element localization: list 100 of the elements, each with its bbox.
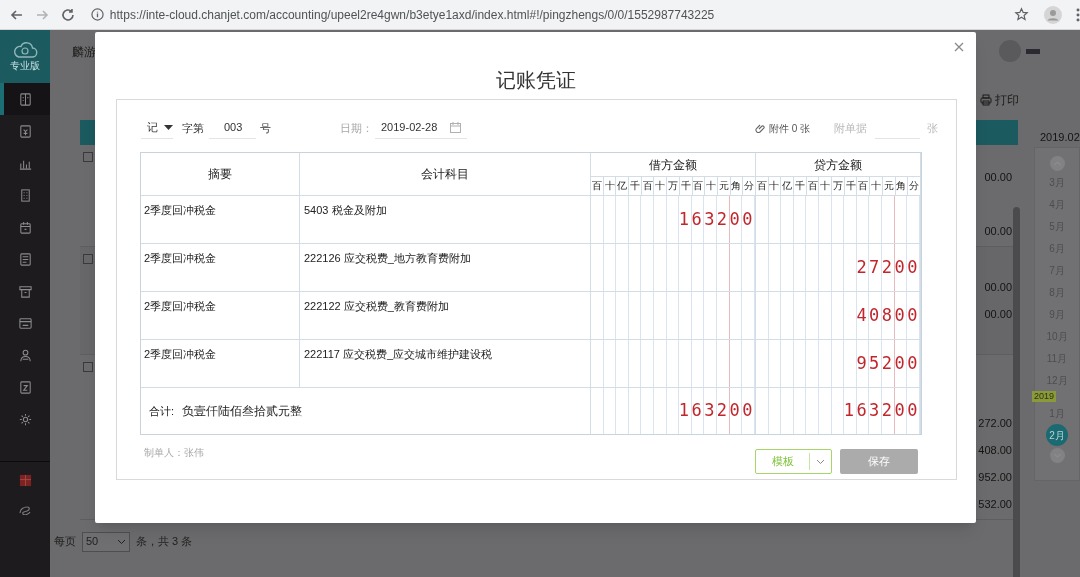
star-icon[interactable] — [1014, 7, 1030, 22]
nav-icon — [17, 283, 33, 299]
unit-header: 角 — [730, 177, 744, 196]
nav-icon — [17, 251, 33, 267]
unit-header: 十 — [705, 177, 718, 196]
cloud-icon — [12, 41, 38, 59]
gift-icon[interactable] — [18, 473, 32, 487]
unit-header: 分 — [908, 177, 921, 196]
info-icon[interactable] — [90, 8, 104, 21]
caret-icon — [164, 125, 173, 130]
amount: 163200 — [678, 209, 755, 229]
unit-header: 十 — [603, 177, 617, 196]
unit-header: 万 — [667, 177, 680, 196]
unit-header: 百 — [692, 177, 706, 196]
print-button[interactable]: 打印 — [980, 91, 1019, 109]
template-button[interactable]: 模板 — [755, 449, 832, 474]
company-name: 麟游 — [72, 44, 96, 61]
docs-unit: 张 — [927, 120, 938, 136]
unit-header: 百 — [755, 177, 769, 196]
docs-label: 附单据 — [834, 120, 867, 136]
month-item[interactable]: 2月 — [1046, 424, 1068, 446]
amount-text: 00.00 — [984, 170, 1012, 184]
checkbox[interactable] — [83, 362, 93, 372]
amount: 163200 — [678, 400, 755, 420]
amount-text: 408.00 — [978, 443, 1012, 457]
nav-item[interactable] — [0, 83, 50, 115]
number-field[interactable]: 003 — [209, 117, 256, 139]
table-cell: 5403 税金及附加 — [300, 196, 591, 244]
amount: 40800 — [856, 305, 920, 325]
table-cell: 222117 应交税费_应交城市维护建设税 — [300, 340, 591, 388]
year-badge: 2019 — [1032, 391, 1057, 402]
save-button: 保存 — [840, 449, 918, 474]
calendar-icon — [450, 122, 461, 133]
unit-header: 百 — [591, 177, 604, 196]
preparer-label: 制单人：张伟 — [144, 446, 204, 460]
total-label: 合计: — [149, 403, 175, 419]
close-icon[interactable] — [954, 42, 964, 52]
unit-header: 角 — [895, 177, 909, 196]
reload-icon[interactable] — [59, 6, 76, 23]
unit-header: 百 — [857, 177, 871, 196]
pager-label: 每页 — [54, 534, 76, 550]
pager-summary: 条，共 3 条 — [136, 534, 193, 550]
amount-text: 00.00 — [984, 307, 1012, 321]
nav-icon — [17, 315, 33, 331]
unit-header: 千 — [679, 177, 693, 196]
amount: 95200 — [856, 353, 920, 373]
table-cell: 222126 应交税费_地方教育费附加 — [300, 244, 591, 292]
unit-header: 十 — [768, 177, 782, 196]
column-header: 会计科目 — [300, 153, 591, 196]
column-header: 摘要 — [141, 153, 300, 196]
amount: 163200 — [843, 400, 920, 420]
amount-text: 00.00 — [984, 224, 1012, 238]
nav-icon — [17, 219, 33, 235]
amount-text: 952.00 — [978, 470, 1012, 484]
table-cell: 2季度回冲税金 — [141, 292, 300, 340]
unit-header: 元 — [717, 177, 731, 196]
unit-header: 十 — [654, 177, 668, 196]
unit-header: 千 — [629, 177, 642, 196]
checkbox[interactable] — [83, 254, 93, 264]
unit-header: 万 — [832, 177, 845, 196]
scrollbar[interactable] — [1013, 207, 1020, 577]
unit-header: 元 — [882, 177, 896, 196]
nav-icon — [17, 123, 33, 139]
checkbox[interactable] — [83, 152, 93, 162]
amount: 27200 — [856, 257, 920, 277]
nav-icon — [17, 411, 33, 427]
dialog-title: 记账凭证 — [495, 68, 576, 93]
current-period: 2019.02 — [1040, 130, 1080, 145]
table-cell: 2季度回冲税金 — [141, 196, 300, 244]
date-field[interactable]: 2019-02-28 — [375, 117, 467, 139]
word-label: 字第 — [182, 120, 204, 136]
avatar-icon[interactable] — [1044, 5, 1062, 24]
unit-header: 百 — [806, 177, 820, 196]
nav-icon — [17, 91, 33, 107]
total-in-words: 负壹仟陆佰叁拾贰元整 — [182, 403, 303, 420]
unit-header: 十 — [870, 177, 883, 196]
unit-header: 千 — [794, 177, 807, 196]
user-name-bar — [1026, 48, 1040, 54]
nav-icon — [17, 379, 33, 395]
word-select[interactable]: 记 — [141, 117, 173, 139]
unit-header: 百 — [641, 177, 655, 196]
column-header: 贷方金额 — [755, 153, 921, 177]
number-suffix: 号 — [260, 120, 271, 136]
amount-text: 532.00 — [978, 497, 1012, 511]
nav-icon — [17, 347, 33, 363]
edition-label: 专业版 — [10, 60, 40, 72]
unit-header: 十 — [819, 177, 833, 196]
chevron-down-icon — [117, 538, 126, 545]
date-label: 日期： — [340, 120, 373, 136]
unit-header: 千 — [844, 177, 858, 196]
table-cell: 222122 应交税费_教育费附加 — [300, 292, 591, 340]
attachment-link[interactable]: 附件 0 张 — [754, 120, 810, 136]
menu-icon[interactable] — [1076, 7, 1080, 22]
unit-header: 亿 — [616, 177, 630, 196]
printer-icon — [980, 94, 992, 106]
paperclip-icon — [754, 123, 765, 133]
unit-header: 亿 — [781, 177, 794, 196]
table-cell: 2季度回冲税金 — [141, 340, 300, 388]
amount-text: 272.00 — [978, 416, 1012, 430]
page-size-select[interactable]: 50 — [82, 531, 130, 552]
